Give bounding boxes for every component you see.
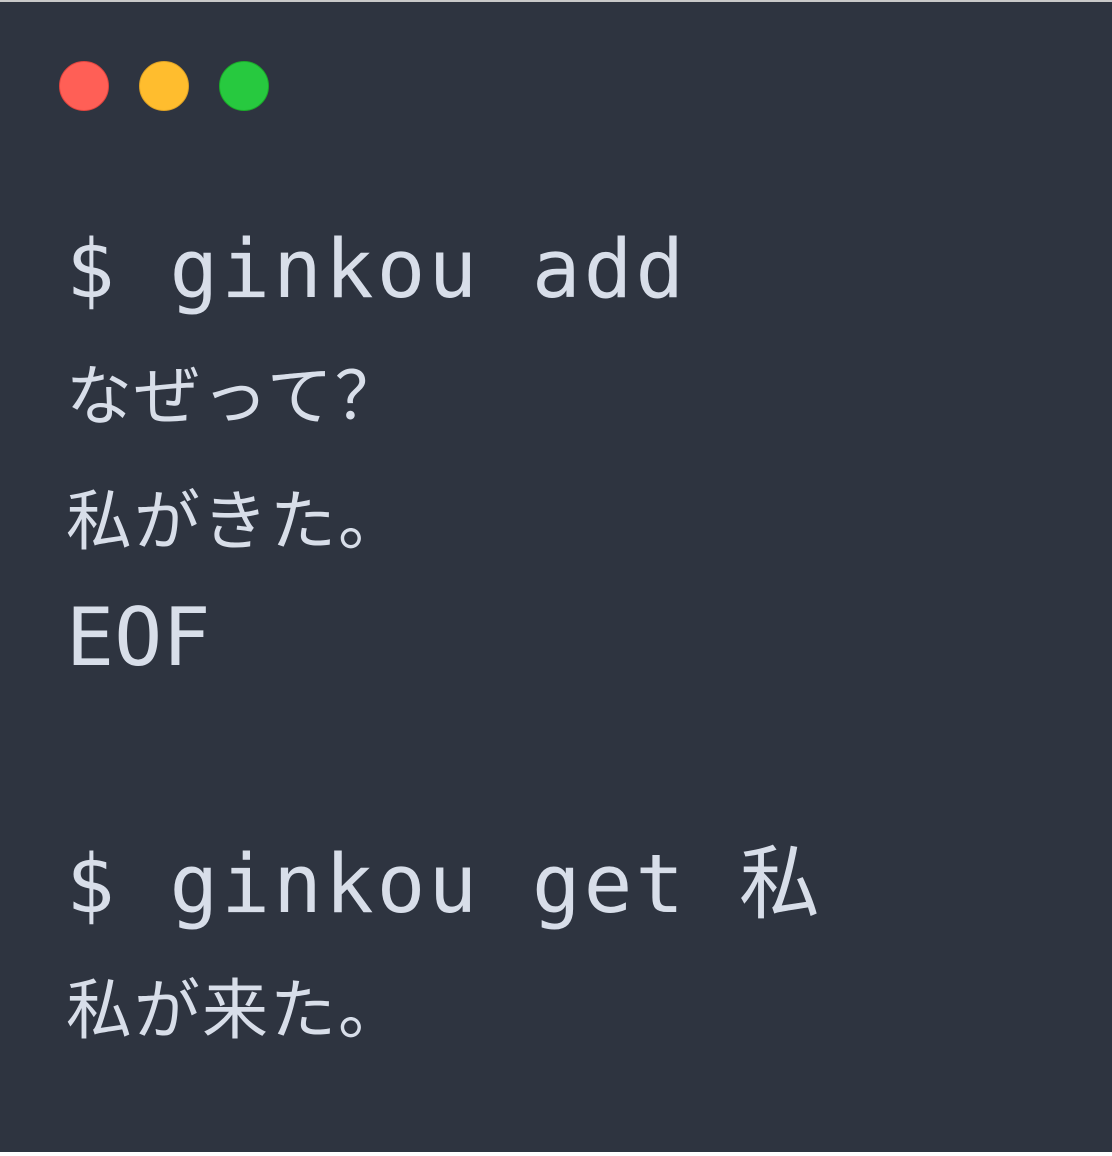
maximize-button[interactable]: [219, 61, 269, 111]
window-controls: [59, 61, 269, 111]
close-button[interactable]: [59, 61, 109, 111]
output-line: 私がきた。: [66, 483, 406, 560]
minimize-button[interactable]: [139, 61, 189, 111]
command-line-get: $ ginkou get 私: [66, 838, 823, 932]
command-line-add: $ ginkou add: [66, 223, 688, 317]
output-line: 私が来た。: [66, 972, 406, 1049]
eof-line: EOF: [66, 591, 211, 684]
terminal-window: $ ginkou add なぜって？ 私がきた。 EOF $ ginkou ge…: [0, 0, 1112, 1152]
output-line: なぜって？: [66, 358, 403, 435]
